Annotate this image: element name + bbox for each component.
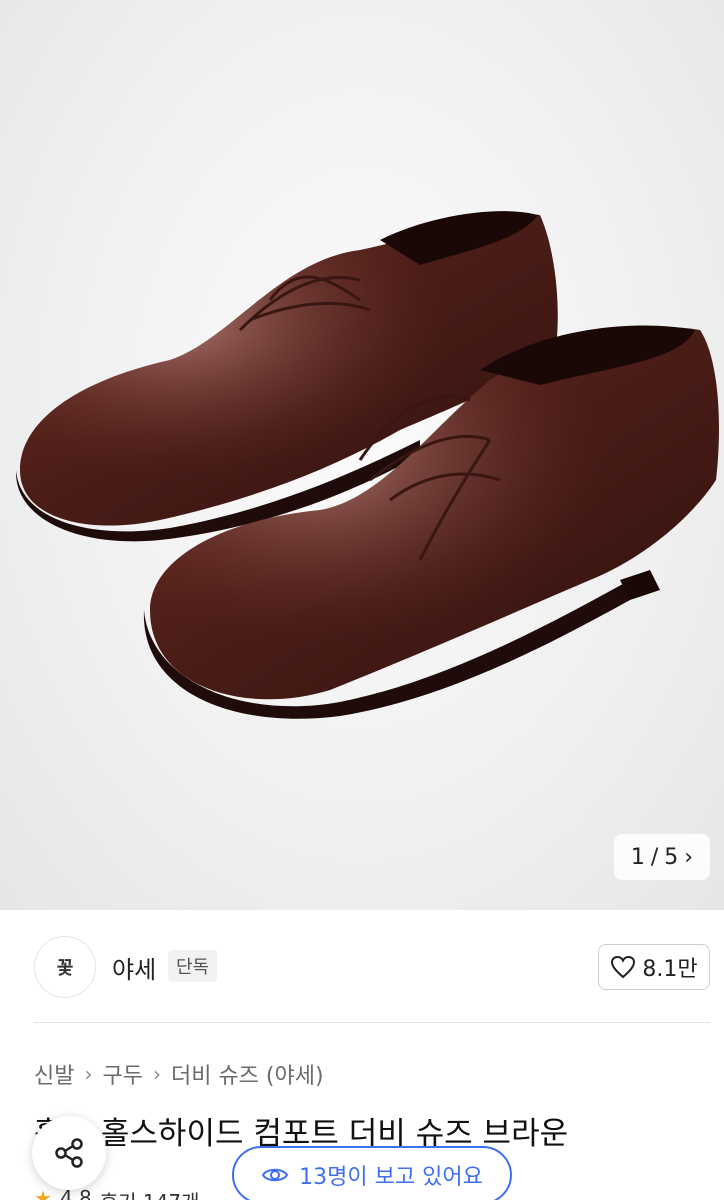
breadcrumb-item[interactable]: 구두 bbox=[102, 1058, 142, 1090]
image-counter[interactable]: 1 / 5 › bbox=[614, 834, 710, 880]
seller-name[interactable]: 야세 bbox=[112, 950, 156, 985]
exclusive-badge: 단독 bbox=[168, 950, 218, 982]
image-counter-separator: / bbox=[650, 844, 659, 870]
viewers-text: 13명이 보고 있어요 bbox=[299, 1165, 483, 1190]
product-image-gallery[interactable]: 1 / 5 › bbox=[0, 0, 724, 910]
heart-icon bbox=[611, 955, 636, 979]
chevron-right-icon: › bbox=[84, 1062, 93, 1086]
seller-logo[interactable]: 꽃 bbox=[34, 936, 96, 998]
like-button[interactable]: 8.1만 bbox=[598, 944, 710, 990]
chevron-right-icon: › bbox=[152, 1062, 161, 1086]
viewers-pill: 13명이 보고 있어요 bbox=[232, 1146, 512, 1200]
star-icon: ★ bbox=[34, 1186, 52, 1200]
seller-row: 꽃 야세 단독 8.1만 bbox=[0, 910, 724, 1024]
product-photo bbox=[15, 211, 719, 719]
eye-icon bbox=[262, 1168, 289, 1182]
share-icon bbox=[55, 1138, 83, 1168]
chevron-right-icon: › bbox=[684, 844, 694, 870]
image-counter-current: 1 bbox=[630, 844, 645, 870]
breadcrumb: 신발 › 구두 › 더비 슈즈 (야세) bbox=[34, 1058, 324, 1090]
share-button[interactable] bbox=[32, 1116, 106, 1190]
breadcrumb-item[interactable]: 더비 슈즈 (야세) bbox=[171, 1058, 324, 1090]
review-count: 후기 147개 bbox=[100, 1186, 200, 1200]
breadcrumb-item[interactable]: 신발 bbox=[34, 1058, 74, 1090]
image-counter-total: 5 bbox=[664, 844, 679, 870]
divider bbox=[34, 1022, 710, 1023]
like-count: 8.1만 bbox=[642, 957, 698, 982]
